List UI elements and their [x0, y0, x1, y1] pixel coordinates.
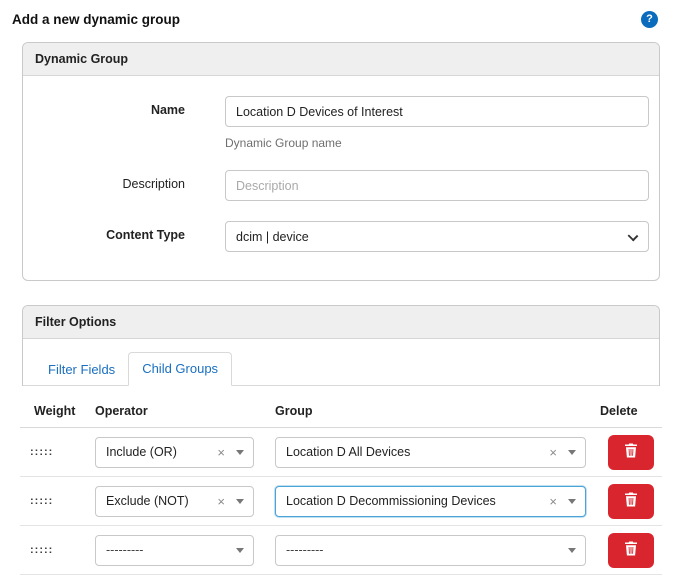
clear-icon[interactable]: ×	[549, 446, 557, 459]
clear-icon[interactable]: ×	[549, 495, 557, 508]
operator-value: Include (OR)	[106, 445, 177, 459]
delete-row-button[interactable]	[608, 532, 654, 568]
trash-icon	[624, 541, 638, 559]
tab-filter-fields[interactable]: Filter Fields	[35, 354, 128, 386]
description-input[interactable]	[225, 170, 649, 201]
description-field-wrap	[225, 170, 649, 201]
content-type-label: Content Type	[106, 228, 185, 242]
page-title: Add a new dynamic group	[12, 12, 181, 27]
description-form-row: Description	[23, 170, 649, 201]
child-group-row: ::::: --------- ---------	[20, 526, 662, 575]
dynamic-group-panel-title: Dynamic Group	[23, 43, 659, 76]
operator-select[interactable]: ---------	[95, 534, 254, 566]
caret-down-icon[interactable]	[236, 449, 244, 455]
group-value: ---------	[286, 543, 324, 557]
operator-select[interactable]: Include (OR) ×	[95, 436, 254, 468]
drag-handle-icon[interactable]: :::::	[20, 495, 95, 507]
filter-options-panel-title: Filter Options	[23, 306, 659, 339]
dynamic-group-form: Name Dynamic Group name Description Cont…	[23, 76, 659, 280]
description-label: Description	[122, 177, 185, 191]
name-input[interactable]	[225, 96, 649, 127]
group-select[interactable]: Location D All Devices ×	[275, 436, 586, 468]
group-value: Location D Decommissioning Devices	[286, 494, 496, 508]
help-icon[interactable]: ?	[641, 11, 658, 28]
column-header-operator: Operator	[95, 404, 148, 418]
drag-handle-icon[interactable]: :::::	[20, 544, 95, 556]
delete-row-button[interactable]	[608, 434, 654, 470]
operator-select[interactable]: Exclude (NOT) ×	[95, 485, 254, 517]
caret-down-icon[interactable]	[568, 498, 576, 504]
filter-options-tabs: Filter Fields Child Groups	[23, 339, 659, 386]
tab-child-groups[interactable]: Child Groups	[128, 352, 233, 386]
column-header-group: Group	[275, 404, 313, 418]
filter-options-panel: Filter Options Filter Fields Child Group…	[22, 305, 660, 386]
chevron-down-icon	[627, 230, 639, 242]
page-header: Add a new dynamic group ?	[0, 0, 674, 38]
content-type-form-row: Content Type dcim | device	[23, 221, 649, 252]
caret-down-icon[interactable]	[568, 547, 576, 553]
name-form-row: Name Dynamic Group name	[23, 96, 649, 150]
dynamic-group-panel: Dynamic Group Name Dynamic Group name De…	[22, 42, 660, 281]
caret-down-icon[interactable]	[236, 498, 244, 504]
content-type-select[interactable]: dcim | device	[225, 221, 649, 252]
child-group-row: ::::: Exclude (NOT) × Location D Decommi…	[20, 477, 662, 526]
child-group-row: ::::: Include (OR) × Location D All Devi…	[20, 428, 662, 477]
child-groups-table: Weight Operator Group Delete ::::: Inclu…	[20, 404, 662, 575]
caret-down-icon[interactable]	[568, 449, 576, 455]
name-label: Name	[150, 103, 185, 117]
caret-down-icon[interactable]	[236, 547, 244, 553]
name-help-text: Dynamic Group name	[225, 136, 342, 150]
clear-icon[interactable]: ×	[217, 495, 225, 508]
column-header-weight: Weight	[34, 404, 76, 418]
trash-icon	[624, 443, 638, 461]
column-header-delete: Delete	[600, 404, 638, 418]
operator-value: ---------	[106, 543, 144, 557]
content-type-field-wrap: dcim | device	[225, 221, 649, 252]
child-groups-header-row: Weight Operator Group Delete	[20, 404, 662, 428]
drag-handle-icon[interactable]: :::::	[20, 446, 95, 458]
delete-row-button[interactable]	[608, 483, 654, 519]
name-field-wrap: Dynamic Group name	[225, 96, 649, 150]
content-type-value: dcim | device	[236, 229, 309, 244]
operator-value: Exclude (NOT)	[106, 494, 189, 508]
trash-icon	[624, 492, 638, 510]
group-value: Location D All Devices	[286, 445, 411, 459]
group-select[interactable]: ---------	[275, 534, 586, 566]
group-select[interactable]: Location D Decommissioning Devices ×	[275, 485, 586, 517]
clear-icon[interactable]: ×	[217, 446, 225, 459]
